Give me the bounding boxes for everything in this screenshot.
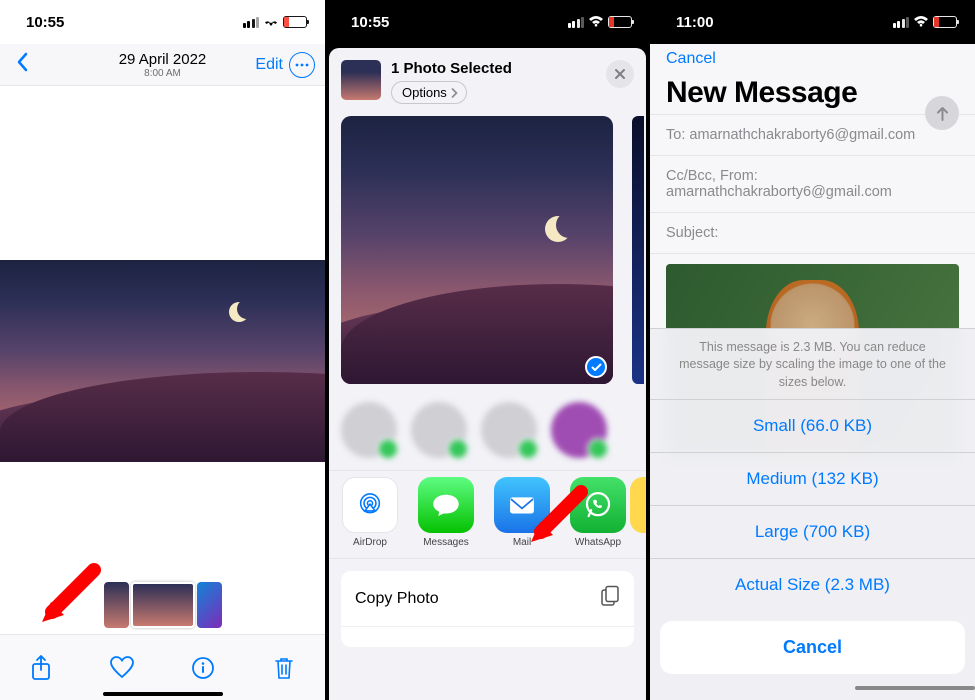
ccbcc-label: Cc/Bcc, From:	[666, 168, 758, 184]
status-bar: 11:00	[650, 0, 975, 44]
ccbcc-field[interactable]: Cc/Bcc, From: amarnathchakraborty6@gmail…	[650, 155, 975, 212]
more-button[interactable]	[289, 52, 315, 78]
app-label: Messages	[417, 537, 475, 548]
photo-date: 29 April 2022	[119, 51, 207, 68]
next-image-peek[interactable]	[632, 116, 644, 384]
battery-icon	[283, 16, 307, 28]
back-button[interactable]	[12, 52, 32, 78]
share-apps-row: AirDrop Messages Mail WhatsApp	[329, 470, 646, 559]
cellular-icon	[568, 17, 585, 28]
annotation-arrow	[523, 484, 593, 552]
status-right	[568, 14, 633, 30]
size-cancel-button[interactable]: Cancel	[660, 621, 965, 674]
contact-avatar[interactable]	[341, 402, 397, 458]
from-value: amarnathchakraborty6@gmail.com	[666, 184, 892, 200]
photo-time: 8:00 AM	[119, 68, 207, 79]
messages-icon	[418, 477, 474, 533]
close-button[interactable]	[606, 60, 634, 88]
panel-mail-compose: 11:00 Cancel New Message To: amarnathcha…	[650, 0, 975, 700]
send-button[interactable]	[925, 96, 959, 130]
info-icon[interactable]	[183, 648, 223, 688]
share-thumbnail	[341, 60, 381, 100]
size-large-button[interactable]: Large (700 KB)	[650, 505, 975, 558]
photos-toolbar	[0, 634, 325, 700]
status-time: 10:55	[26, 14, 64, 31]
app-airdrop[interactable]: AirDrop	[341, 477, 399, 548]
share-actions-list: Copy Photo	[341, 571, 634, 647]
action-label: Copy Photo	[355, 590, 439, 608]
annotation-arrow	[36, 562, 106, 632]
panel-share-sheet: 10:55 1 Photo Selected Options	[325, 0, 650, 700]
photos-nav-bar: 29 April 2022 8:00 AM Edit	[0, 44, 325, 86]
cellular-icon	[893, 17, 910, 28]
subject-label: Subject:	[666, 225, 718, 241]
battery-icon	[608, 16, 632, 28]
copy-icon	[600, 585, 620, 612]
to-label: To:	[666, 127, 685, 143]
status-right	[243, 14, 308, 30]
cancel-link[interactable]: Cancel	[666, 44, 716, 76]
status-bar: 10:55	[0, 0, 325, 44]
share-icon[interactable]	[21, 648, 61, 688]
heart-icon[interactable]	[102, 648, 142, 688]
share-sheet: 1 Photo Selected Options	[329, 48, 646, 700]
share-title: 1 Photo Selected	[391, 60, 596, 77]
mail-title: New Message	[666, 76, 959, 110]
battery-icon	[933, 16, 957, 28]
cellular-icon	[243, 17, 260, 28]
size-medium-button[interactable]: Medium (132 KB)	[650, 452, 975, 505]
options-label: Options	[402, 85, 447, 100]
contact-avatar[interactable]	[551, 402, 607, 458]
wifi-icon	[263, 14, 279, 30]
preview-image[interactable]	[341, 116, 613, 384]
photo-preview[interactable]	[0, 260, 325, 462]
thumbnail[interactable]	[197, 582, 222, 628]
trash-icon[interactable]	[264, 648, 304, 688]
size-info-text: This message is 2.3 MB. You can reduce m…	[650, 329, 975, 400]
airdrop-icon	[342, 477, 398, 533]
panel-photos: 10:55 29 April 2022 8:00 AM Edit	[0, 0, 325, 700]
size-small-button[interactable]: Small (66.0 KB)	[650, 399, 975, 452]
wifi-icon	[588, 14, 604, 30]
size-actual-button[interactable]: Actual Size (2.3 MB)	[650, 558, 975, 611]
chevron-right-icon	[451, 88, 458, 98]
home-indicator[interactable]	[855, 686, 975, 690]
status-time: 11:00	[676, 14, 714, 31]
contact-avatar[interactable]	[481, 402, 537, 458]
status-time: 10:55	[351, 14, 389, 31]
to-value: amarnathchakraborty6@gmail.com	[689, 127, 915, 143]
selected-check-icon	[585, 356, 607, 378]
action-row-hidden[interactable]	[341, 627, 634, 647]
status-right	[893, 14, 958, 30]
edit-button[interactable]: Edit	[255, 56, 283, 74]
share-preview[interactable]	[341, 116, 634, 384]
subject-field[interactable]: Subject:	[650, 212, 975, 254]
app-label: AirDrop	[341, 537, 399, 548]
mail-nav: Cancel New Message	[650, 44, 975, 114]
share-header: 1 Photo Selected Options	[329, 48, 646, 112]
thumbnail[interactable]	[104, 582, 129, 628]
image-size-sheet: This message is 2.3 MB. You can reduce m…	[650, 328, 975, 700]
thumbnail-active[interactable]	[131, 582, 195, 628]
app-peek[interactable]	[630, 477, 646, 533]
status-bar: 10:55	[325, 0, 650, 44]
share-contacts	[329, 384, 646, 470]
copy-photo-row[interactable]: Copy Photo	[341, 571, 634, 627]
home-indicator[interactable]	[103, 692, 223, 696]
contact-avatar[interactable]	[411, 402, 467, 458]
options-button[interactable]: Options	[391, 81, 467, 104]
photo-title: 29 April 2022 8:00 AM	[119, 51, 207, 79]
app-messages[interactable]: Messages	[417, 477, 475, 548]
wifi-icon	[913, 14, 929, 30]
